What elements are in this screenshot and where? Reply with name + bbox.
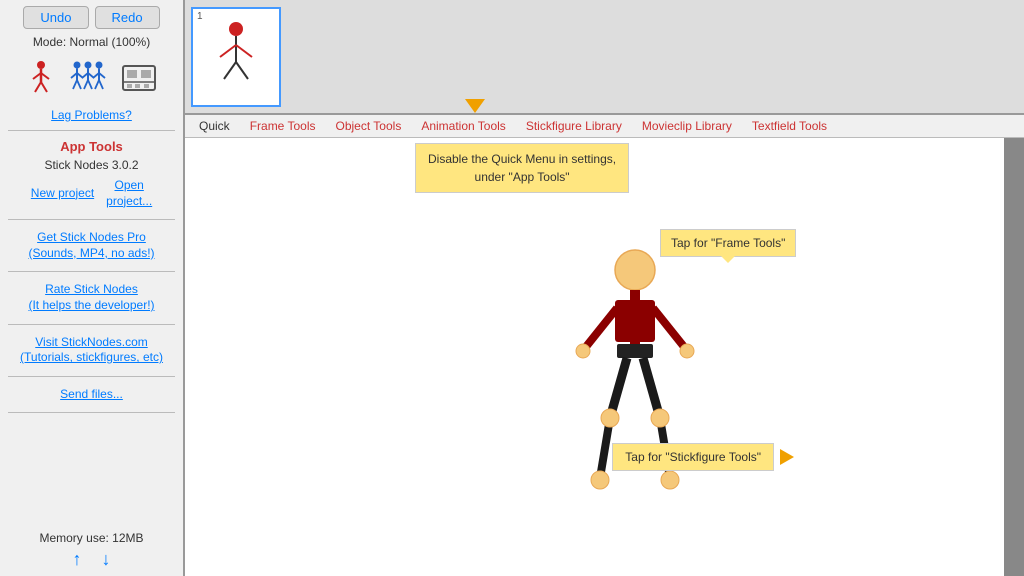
frame-thumbnail-1[interactable]: 1: [191, 7, 281, 107]
memory-down-button[interactable]: ↓: [102, 549, 111, 570]
frame-strip: 1 Tap for "Frame Tools": [185, 0, 1024, 115]
sidebar-divider-5: [8, 376, 175, 377]
sidebar-divider-2: [8, 219, 175, 220]
menu-item-animation-tools[interactable]: Animation Tools: [411, 115, 516, 137]
icon-row: [8, 57, 175, 102]
menu-item-frame-tools[interactable]: Frame Tools: [240, 115, 326, 137]
frame-number-label: 1: [197, 11, 203, 22]
sidebar: Undo Redo Mode: Normal (100%): [0, 0, 185, 576]
sidebar-divider-1: [8, 130, 175, 131]
sidebar-divider-4: [8, 324, 175, 325]
memory-arrow-row: ↑ ↓: [73, 549, 111, 570]
right-edge-strip: [1004, 138, 1024, 576]
stickfigure-icon[interactable]: [24, 57, 58, 102]
filmstrip-icon[interactable]: [118, 61, 160, 98]
quick-menu-tooltip: Disable the Quick Menu in settings, unde…: [415, 143, 629, 193]
visit-site-button[interactable]: Visit StickNodes.com(Tutorials, stickfig…: [16, 333, 167, 368]
menu-item-quick[interactable]: Quick: [189, 115, 240, 137]
main-canvas[interactable]: Tap for "Stickfigure Tools": [185, 138, 1024, 576]
stickfigure-tooltip: Tap for "Stickfigure Tools": [612, 443, 774, 471]
menu-item-object-tools[interactable]: Object Tools: [326, 115, 412, 137]
sidebar-divider-6: [8, 412, 175, 413]
menu-item-textfield-tools[interactable]: Textfield Tools: [742, 115, 837, 137]
open-project-button[interactable]: Openproject...: [102, 176, 156, 211]
redo-button[interactable]: Redo: [95, 6, 160, 29]
menu-bar: Quick Frame Tools Object Tools Animation…: [185, 115, 1024, 138]
stickfigure-tooltip-container: Tap for "Stickfigure Tools": [612, 443, 794, 471]
app-tools-title: App Tools: [60, 139, 123, 154]
main-area: Add frame Copy Delete frame Paste View o…: [185, 0, 1024, 576]
memory-label: Memory use: 12MB: [39, 531, 143, 545]
sidebar-divider-3: [8, 271, 175, 272]
rate-button[interactable]: Rate Stick Nodes(It helps the developer!…: [24, 280, 158, 315]
get-pro-button[interactable]: Get Stick Nodes Pro(Sounds, MP4, no ads!…: [24, 228, 158, 263]
menu-item-movieclip-library[interactable]: Movieclip Library: [632, 115, 742, 137]
stickfigure-arrow-right: [780, 449, 794, 465]
undo-redo-row: Undo Redo: [8, 6, 175, 29]
memory-up-button[interactable]: ↑: [73, 549, 82, 570]
thumb-stickfigure: [206, 17, 266, 97]
new-project-button[interactable]: New project: [27, 176, 98, 211]
send-files-button[interactable]: Send files...: [56, 385, 127, 405]
frame-tools-tooltip: Tap for "Frame Tools": [660, 229, 796, 257]
frame-tools-tooltip-container: Tap for "Frame Tools": [465, 99, 485, 113]
lag-problems-button[interactable]: Lag Problems?: [51, 108, 132, 122]
mode-label: Mode: Normal (100%): [8, 35, 175, 49]
menu-item-stickfigure-library[interactable]: Stickfigure Library: [516, 115, 632, 137]
undo-button[interactable]: Undo: [23, 6, 88, 29]
app-version-label: Stick Nodes 3.0.2: [44, 158, 138, 172]
new-open-row: New project Openproject...: [8, 176, 175, 211]
group-stickfigure-icon[interactable]: [64, 57, 112, 102]
frame-tools-arrow-down: [465, 99, 485, 113]
